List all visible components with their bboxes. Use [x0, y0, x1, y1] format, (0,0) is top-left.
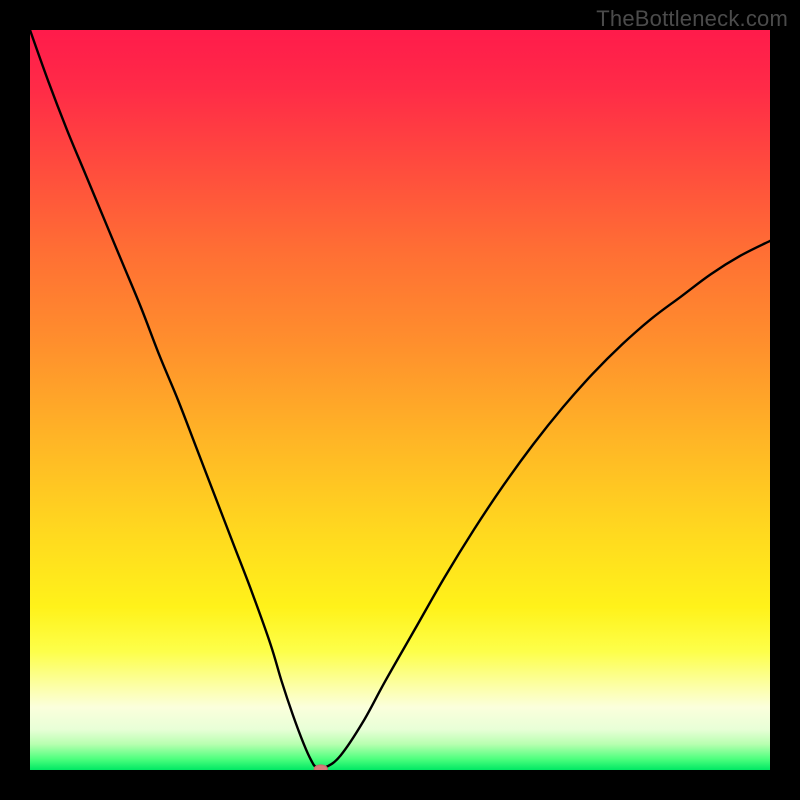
- optimum-marker: [314, 765, 327, 770]
- watermark-text: TheBottleneck.com: [596, 6, 788, 32]
- chart-frame: [30, 30, 770, 770]
- plot-background: [30, 30, 770, 770]
- bottleneck-chart: [30, 30, 770, 770]
